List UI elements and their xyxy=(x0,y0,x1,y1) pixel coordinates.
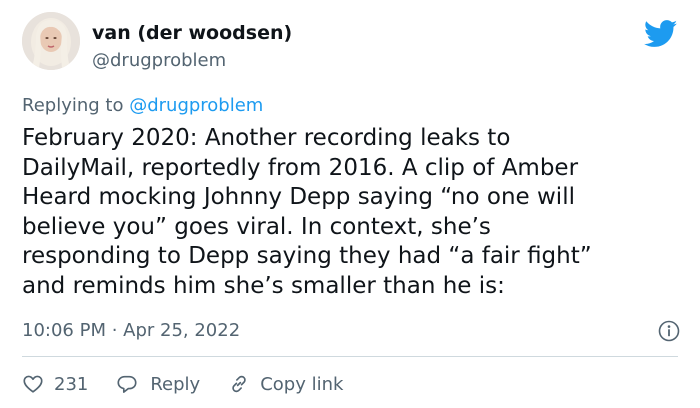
replying-to: Replying to @drugproblem xyxy=(22,95,263,116)
tweet-text-line: responding to Depp saying they had “a fa… xyxy=(22,243,592,269)
copy-link-label: Copy link xyxy=(260,373,344,395)
tweet-text: February 2020: Another recording leaks t… xyxy=(22,124,684,301)
link-icon xyxy=(232,375,246,393)
reply-label: Reply xyxy=(150,373,201,395)
tweet-text-line: Heard mocking Johnny Depp saying “no one… xyxy=(22,184,575,210)
display-name[interactable]: van (der woodsen) xyxy=(92,22,292,44)
user-handle[interactable]: @drugproblem xyxy=(92,50,226,71)
info-icon[interactable] xyxy=(658,320,680,342)
like-button[interactable]: 231 xyxy=(22,373,88,395)
heart-icon xyxy=(23,375,43,393)
speech-bubble-icon xyxy=(117,375,137,393)
tweet-text-line: believe you” goes viral. In context, she… xyxy=(22,213,491,240)
reply-mention-link[interactable]: @drugproblem xyxy=(129,95,263,116)
tweet-card: van (der woodsen) @drugproblem Replying … xyxy=(0,0,700,408)
twitter-bird-icon[interactable] xyxy=(644,20,678,48)
divider xyxy=(22,356,678,357)
tweet-text-line: DailyMail, reportedly from 2016. A clip … xyxy=(22,154,579,181)
copy-link-button[interactable]: Copy link xyxy=(228,373,343,395)
reply-button[interactable]: Reply xyxy=(116,373,200,395)
tweet-actions: 231 Reply Copy link xyxy=(22,370,371,398)
avatar[interactable] xyxy=(22,12,80,70)
tweet-timestamp[interactable]: 10:06 PM · Apr 25, 2022 xyxy=(22,320,240,341)
replying-to-prefix: Replying to xyxy=(22,95,130,116)
tweet-text-line: February 2020: Another recording leaks t… xyxy=(22,125,511,151)
tweet-text-line: and reminds him she’s smaller than he is… xyxy=(22,272,505,299)
like-count: 231 xyxy=(54,373,89,395)
avatar-image xyxy=(22,12,80,70)
